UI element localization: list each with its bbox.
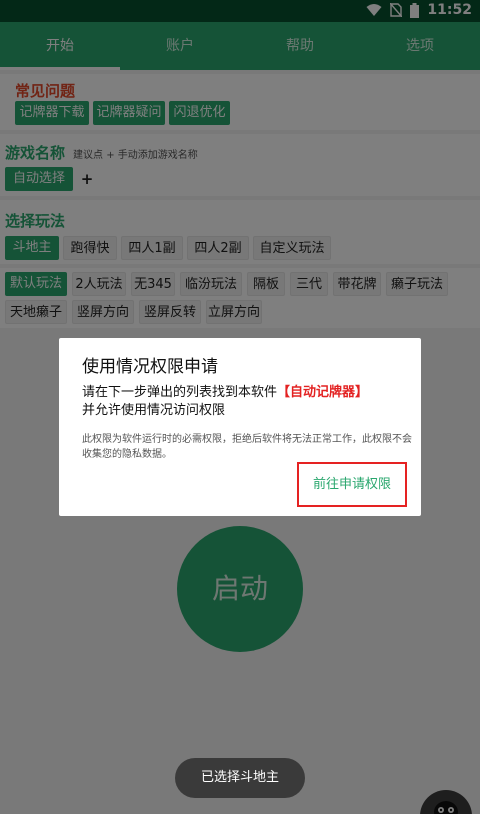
permission-dialog: 使用情况权限申请 请在下一步弹出的列表找到本软件【自动记牌器】 并允许使用情况访… [59,338,421,516]
dialog-message-post: 并允许使用情况访问权限 [82,403,226,418]
toast-message: 已选择斗地主 [175,758,305,798]
dialog-message-pre: 请在下一步弹出的列表找到本软件 [82,385,278,400]
confirm-button-highlight: 前往申请权限 [297,462,407,507]
dialog-note: 此权限为软件运行时的必需权限，拒绝后软件将无法正常工作，此权限不会收集您的隐私数… [82,434,412,460]
go-request-permission-button[interactable]: 前往申请权限 [299,464,405,505]
dialog-title: 使用情况权限申请 [82,357,218,377]
dialog-message: 请在下一步弹出的列表找到本软件【自动记牌器】 并允许使用情况访问权限 [82,384,412,420]
dialog-app-name: 【自动记牌器】 [277,385,369,400]
